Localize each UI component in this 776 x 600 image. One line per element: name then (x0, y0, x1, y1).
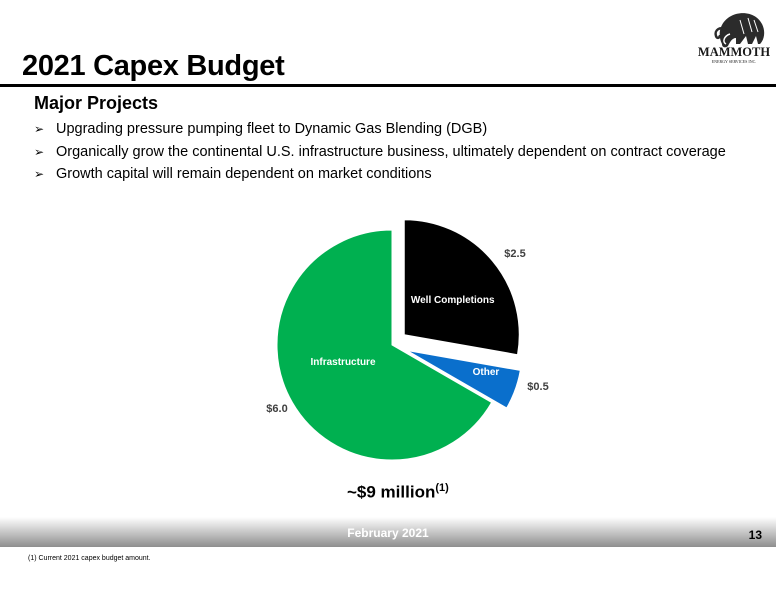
slice-value-label: $0.5 (527, 381, 548, 393)
slice-label: Well Completions (411, 295, 495, 306)
footer-date: February 2021 (347, 526, 429, 540)
footnote-ref: (1) (435, 482, 449, 494)
total-capex-label: ~$9 million(1) (347, 482, 449, 503)
total-capex-value: ~$9 million (347, 482, 436, 502)
capex-pie-chart: Well Completions $2.5 Other $0.5 Infrastruct… (266, 219, 549, 461)
pie-slice-well-completions (403, 219, 520, 356)
footnote: (1) Current 2021 capex budget amount. (28, 555, 151, 562)
slice-value-label: $6.0 (266, 403, 287, 415)
page-number: 13 (748, 528, 762, 542)
slice-value-label: $2.5 (504, 248, 525, 260)
slice-label: Infrastructure (310, 357, 375, 368)
slice-label: Other (473, 367, 500, 378)
